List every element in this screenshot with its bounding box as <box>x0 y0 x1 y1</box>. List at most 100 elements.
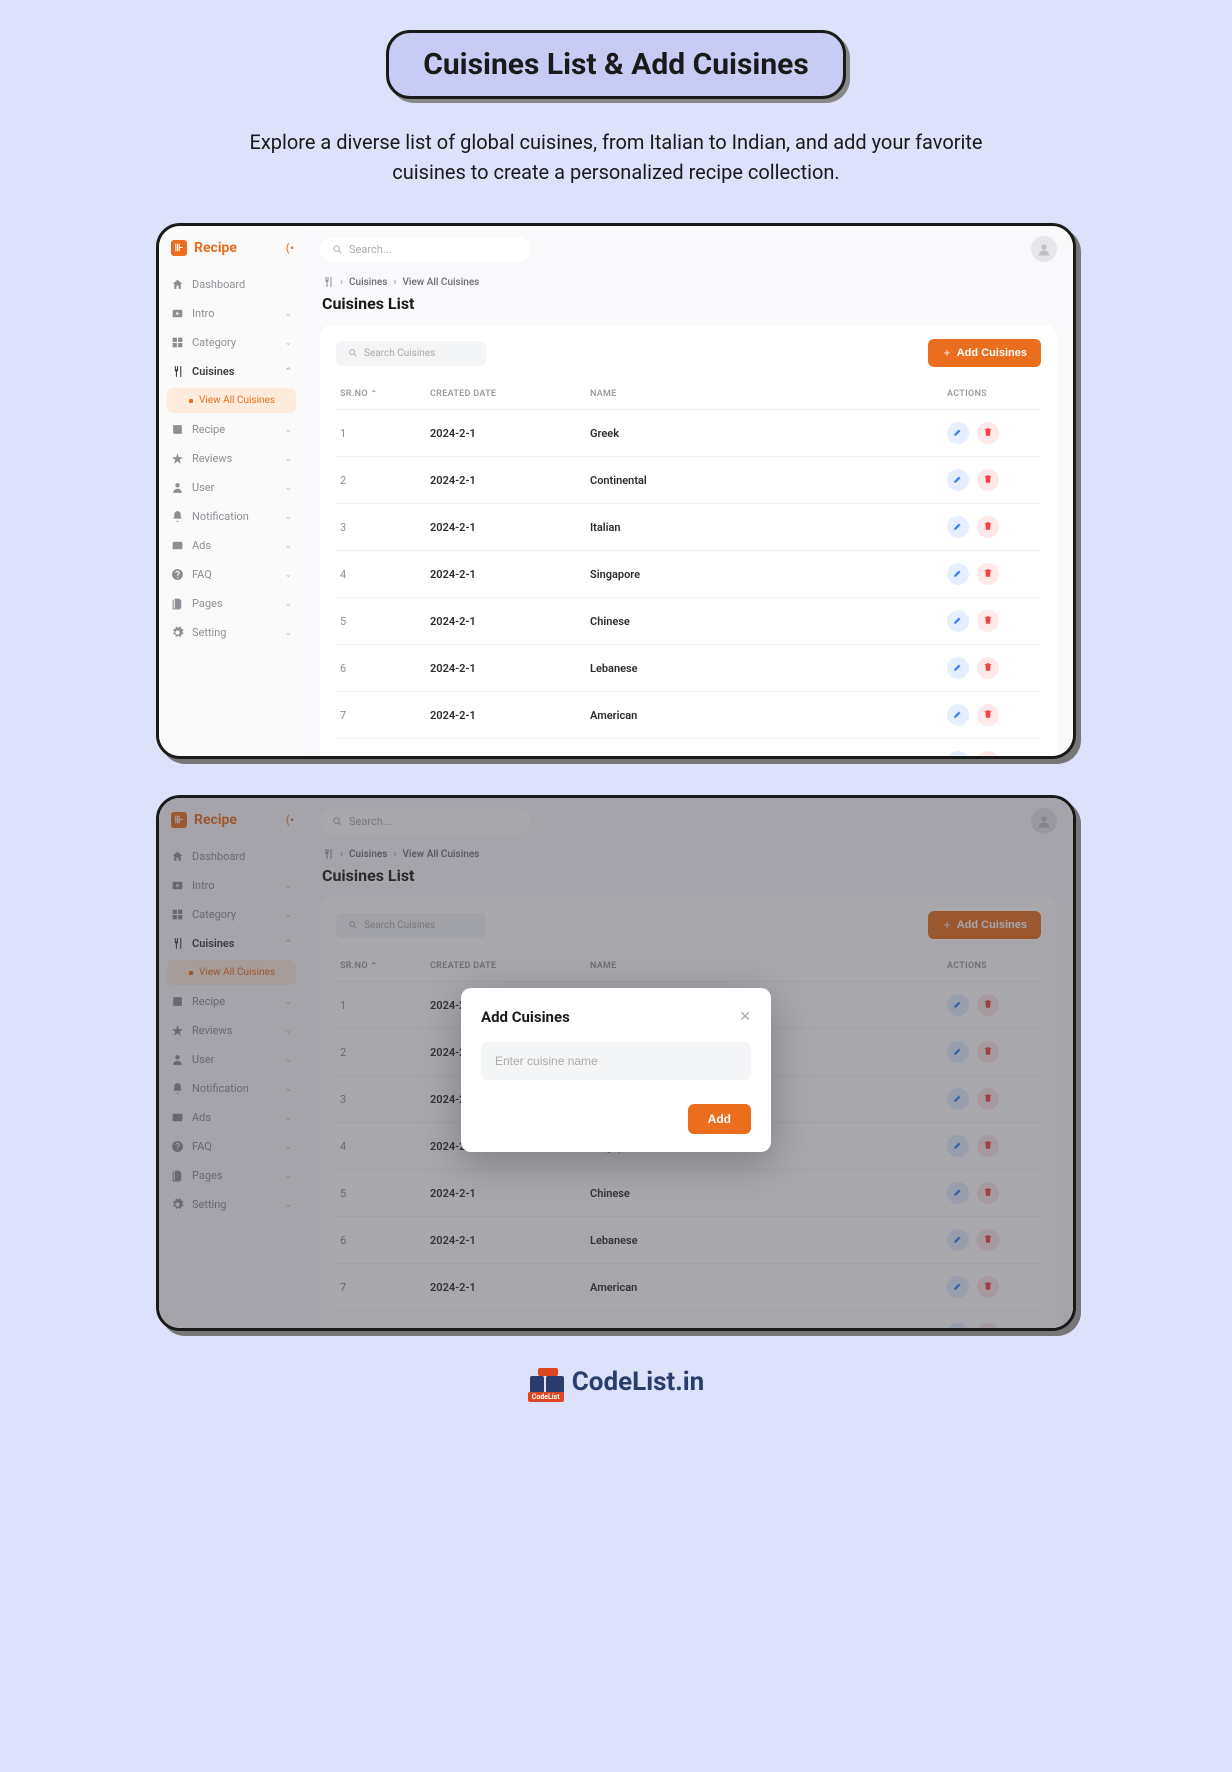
modal-title: Add Cuisines <box>481 1008 570 1026</box>
add-cuisines-modal: Add Cuisines ✕ Add <box>461 988 771 1152</box>
delete-button[interactable] <box>977 516 999 538</box>
trash-icon <box>983 662 993 675</box>
avatar[interactable] <box>1031 236 1057 262</box>
pencil-icon <box>953 1328 963 1332</box>
table-row: 8 2024-2-1 Japanese <box>336 738 1041 759</box>
cell-name: Singapore <box>590 568 947 581</box>
edit-button[interactable] <box>947 563 969 585</box>
add-cuisines-button[interactable]: Add Cuisines <box>928 339 1041 367</box>
global-search[interactable]: Search... <box>320 237 530 262</box>
delete-button[interactable] <box>977 704 999 726</box>
sort-icon[interactable]: ⌃ <box>370 389 377 398</box>
gear-icon <box>171 626 184 639</box>
cell-name: Italian <box>590 521 947 534</box>
sidebar-item-label: Pages <box>192 597 223 610</box>
sidebar-item-cuisines[interactable]: Cuisines⌃ <box>159 357 304 386</box>
cell-date: 2024-2-1 <box>430 474 590 487</box>
sidebar-item-notification[interactable]: Notification ⌄ <box>159 502 304 531</box>
sidebar-item-category[interactable]: Category⌄ <box>159 328 304 357</box>
edit-button[interactable] <box>947 516 969 538</box>
cuisine-name-input[interactable] <box>481 1042 751 1080</box>
table-row: 4 2024-2-1 Singapore <box>336 550 1041 597</box>
chevron-down-icon: ⌄ <box>284 570 292 580</box>
pencil-icon <box>953 568 963 581</box>
ad-icon <box>171 539 184 552</box>
cell-sr: 6 <box>340 662 430 675</box>
sidebar-item-label: Notification <box>192 510 249 523</box>
edit-button[interactable] <box>947 469 969 491</box>
pencil-icon <box>953 756 963 760</box>
trash-icon <box>983 521 993 534</box>
cell-sr: 5 <box>340 615 430 628</box>
cell-name: Japanese <box>590 1328 947 1332</box>
edit-button[interactable] <box>947 610 969 632</box>
chevron-down-icon: ⌄ <box>284 599 292 609</box>
cell-date: 2024-2-1 <box>430 568 590 581</box>
sidebar-item-ads[interactable]: Ads⌄ <box>159 531 304 560</box>
cell-date: 2024-2-1 <box>430 756 590 760</box>
table-search[interactable]: Search Cuisines <box>336 341 486 366</box>
table-row: 5 2024-2-1 Chinese <box>336 597 1041 644</box>
modal-add-button[interactable]: Add <box>688 1104 751 1134</box>
sidebar-item-faq[interactable]: FAQ ⌄ <box>159 560 304 589</box>
sidebar-item-label: Dashboard <box>192 278 245 291</box>
grid-icon <box>171 336 184 349</box>
delete-button[interactable] <box>977 563 999 585</box>
delete-button[interactable] <box>977 610 999 632</box>
sidebar-item-dashboard[interactable]: Dashboard <box>159 270 304 299</box>
chevron-down-icon: ⌄ <box>284 512 292 522</box>
sidebar-item-label: Category <box>192 336 236 349</box>
cell-sr: 8 <box>340 1328 430 1332</box>
modal-overlay[interactable]: Add Cuisines ✕ Add <box>159 798 1073 1328</box>
close-icon[interactable]: ✕ <box>739 1009 751 1025</box>
breadcrumb: › Cuisines › View All Cuisines <box>304 272 1073 288</box>
edit-button[interactable] <box>947 657 969 679</box>
sidebar-item-intro[interactable]: Intro⌄ <box>159 299 304 328</box>
sidebar-item-user[interactable]: User⌄ <box>159 473 304 502</box>
sidebar-item-label: Setting <box>192 626 227 639</box>
cell-date: 2024-2-1 <box>430 615 590 628</box>
cell-sr: 3 <box>340 521 430 534</box>
sidebar-item-label: Recipe <box>192 423 225 436</box>
pages-icon <box>171 597 184 610</box>
sidebar-item-label: FAQ <box>192 568 212 581</box>
sidebar-sub-view-all[interactable]: View All Cuisines <box>167 388 296 413</box>
collapse-icon[interactable]: ⟨• <box>285 241 294 255</box>
screenshot-panel-modal: ⊪ Recipe ⟨• DashboardIntro⌄Category⌄Cuis… <box>156 795 1076 1331</box>
pencil-icon <box>953 615 963 628</box>
breadcrumb-view-all[interactable]: View All Cuisines <box>402 277 479 288</box>
delete-button[interactable] <box>977 657 999 679</box>
trash-icon <box>983 756 993 760</box>
sidebar-item-label: User <box>192 481 214 494</box>
edit-button[interactable] <box>947 422 969 444</box>
cell-name: Continental <box>590 474 947 487</box>
cell-name: Japanese <box>590 756 947 760</box>
pencil-icon <box>953 709 963 722</box>
table-row: 7 2024-2-1 American <box>336 691 1041 738</box>
delete-button[interactable] <box>977 422 999 444</box>
sidebar-item-reviews[interactable]: Reviews⌄ <box>159 444 304 473</box>
sidebar-item-label: Reviews <box>192 452 232 465</box>
delete-button[interactable] <box>977 751 999 759</box>
cell-sr: 2 <box>340 474 430 487</box>
page-header-subtitle: Explore a diverse list of global cuisine… <box>226 127 1006 187</box>
sidebar-item-recipe[interactable]: Recipe⌄ <box>159 415 304 444</box>
pencil-icon <box>953 662 963 675</box>
cell-name: American <box>590 709 947 722</box>
page-title: Cuisines List <box>304 288 1073 325</box>
pencil-icon <box>953 474 963 487</box>
edit-button[interactable] <box>947 704 969 726</box>
page-header-title: Cuisines List & Add Cuisines <box>386 30 846 99</box>
breadcrumb-cuisines[interactable]: Cuisines <box>349 277 387 288</box>
trash-icon <box>983 474 993 487</box>
pencil-icon <box>953 521 963 534</box>
chevron-down-icon: ⌄ <box>284 541 292 551</box>
sidebar-item-setting[interactable]: Setting⌄ <box>159 618 304 647</box>
trash-icon <box>983 1328 993 1332</box>
fork-icon <box>322 276 334 288</box>
cell-date: 2024-2-1 <box>430 709 590 722</box>
delete-button[interactable] <box>977 469 999 491</box>
cell-date: 2024-2-1 <box>430 521 590 534</box>
edit-button[interactable] <box>947 751 969 759</box>
sidebar-item-pages[interactable]: Pages ⌄ <box>159 589 304 618</box>
